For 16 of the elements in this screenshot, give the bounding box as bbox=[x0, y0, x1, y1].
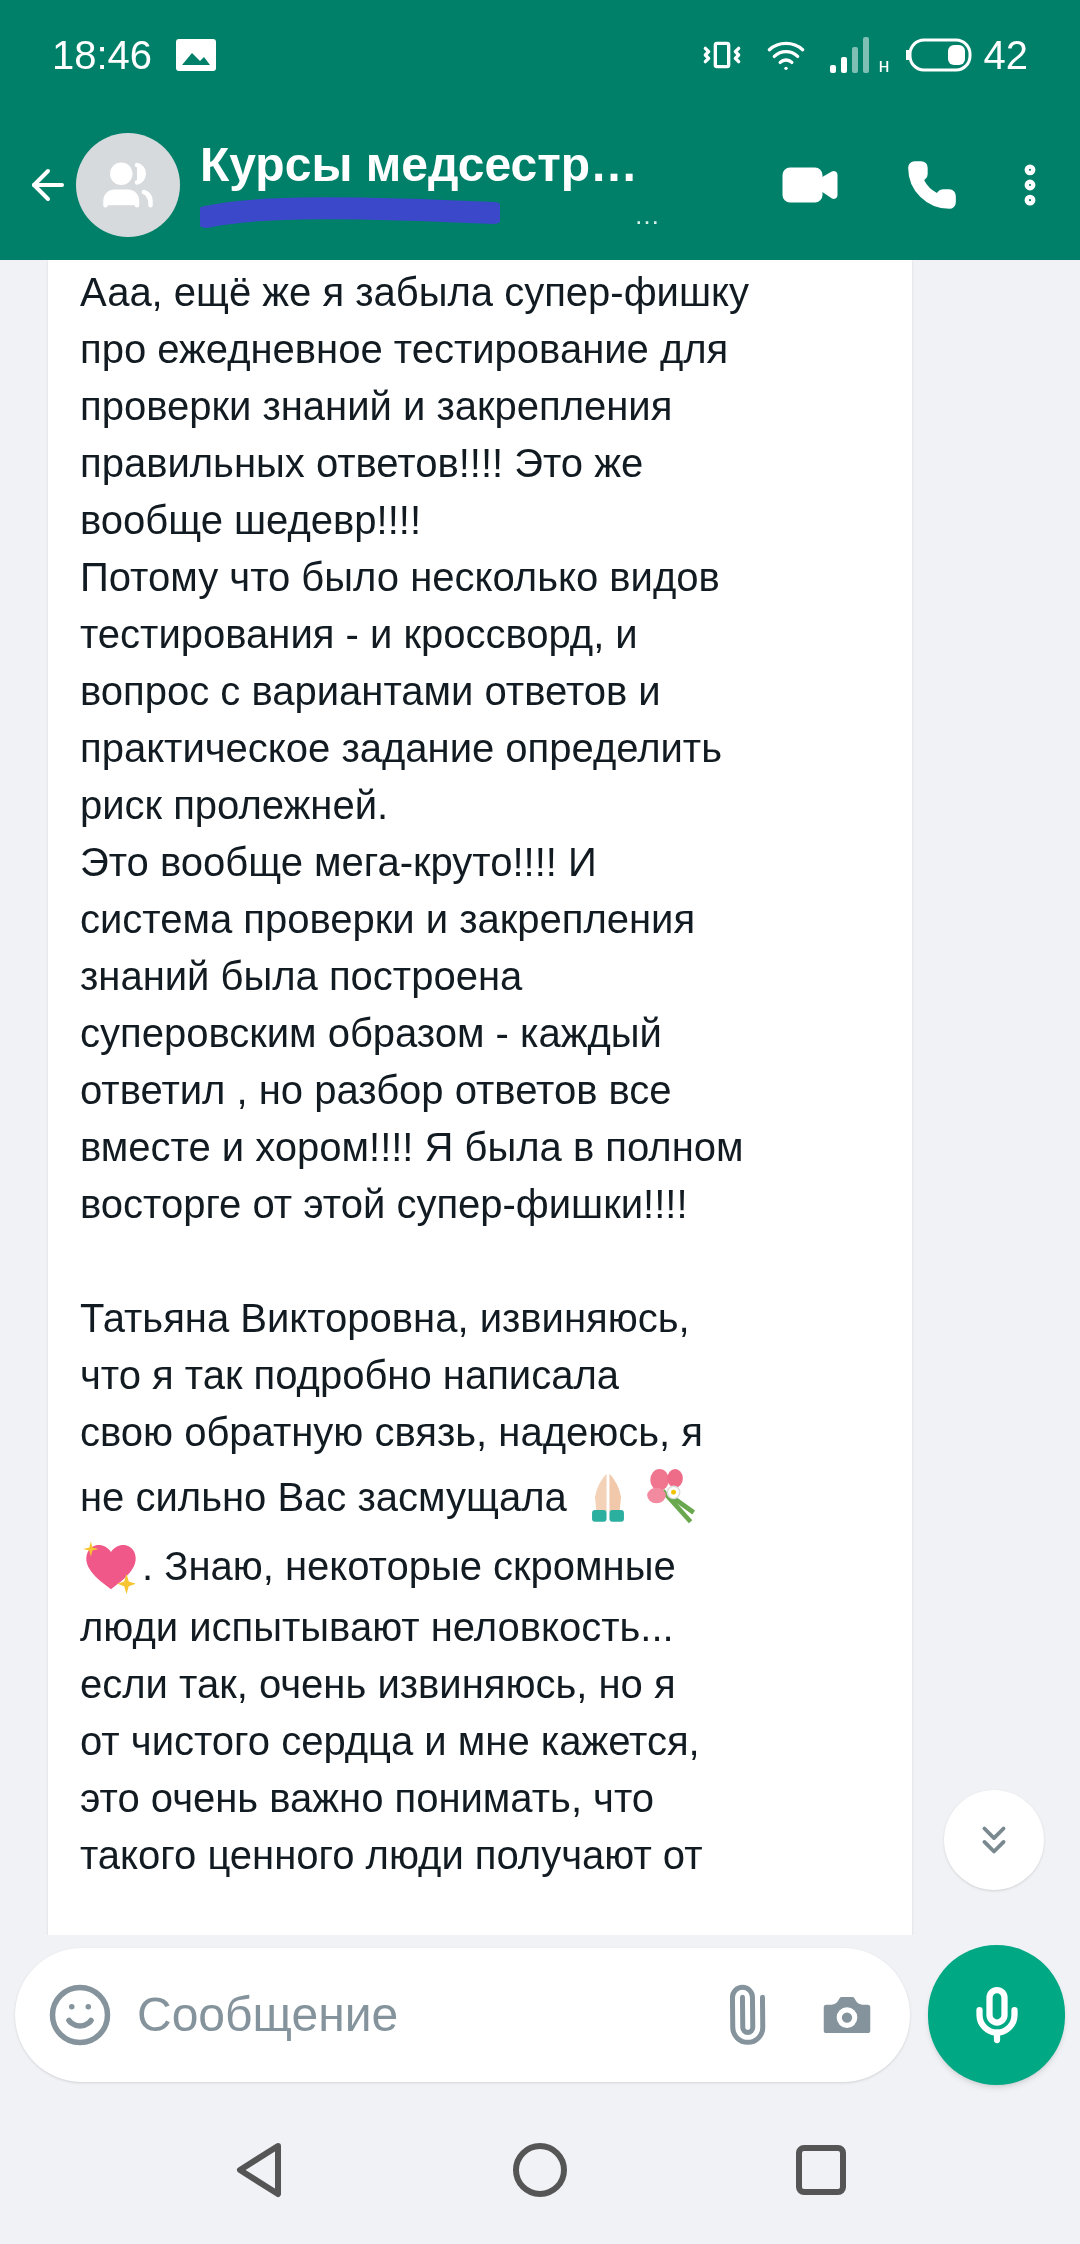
message-field[interactable]: Сообщение bbox=[137, 1979, 716, 2051]
chat-subtitle: … bbox=[634, 198, 660, 232]
battery-icon bbox=[905, 38, 972, 72]
message-text: Ааа, ещё же я забыла супер-фишку про ежедневное тестирование для проверки знаний и закрепления правильных ответов!!!! Это же вообще шедевр!!!! Потому что было несколько видов тестирования - и кроссворд, и вопрос с вариантами ответов и практическое задание определить риск пролежней. Это вообще мега-круто!!!! И система проверки и закрепления знаний была построена суперовским образом - каждый ответил , но разбор ответов все вместе и хором!!!! Я была в полном восторге от этой супер-фишки!!!! Татьяна Викторовна, извиняюсь, что я так подробно написала свою обратную связь, надеюсь, я не сильно Вас засмущала . Знаю, некоторые скромные люди испытывают неловкость... если так, очень извиняюсь, но я от чистого сердца и мне кажется, это очень важно понимать, что такого ценного люди получают от bbox=[80, 269, 750, 1879]
network-type: н bbox=[878, 53, 890, 78]
message-input[interactable]: Сообщение bbox=[15, 1948, 910, 2082]
battery-level: 42 bbox=[983, 32, 1028, 79]
home-nav-icon[interactable] bbox=[512, 2141, 568, 2198]
recents-nav-icon[interactable] bbox=[796, 2144, 846, 2195]
phone-call-icon[interactable] bbox=[906, 159, 958, 211]
status-time: 18:46 bbox=[52, 32, 153, 79]
image-notification-icon bbox=[176, 39, 217, 71]
chat-title[interactable]: Курсы медсестр… bbox=[200, 135, 660, 195]
signal-icon bbox=[830, 37, 871, 73]
back-nav-icon[interactable] bbox=[234, 2141, 284, 2198]
emoji-icon[interactable] bbox=[47, 1982, 113, 2048]
